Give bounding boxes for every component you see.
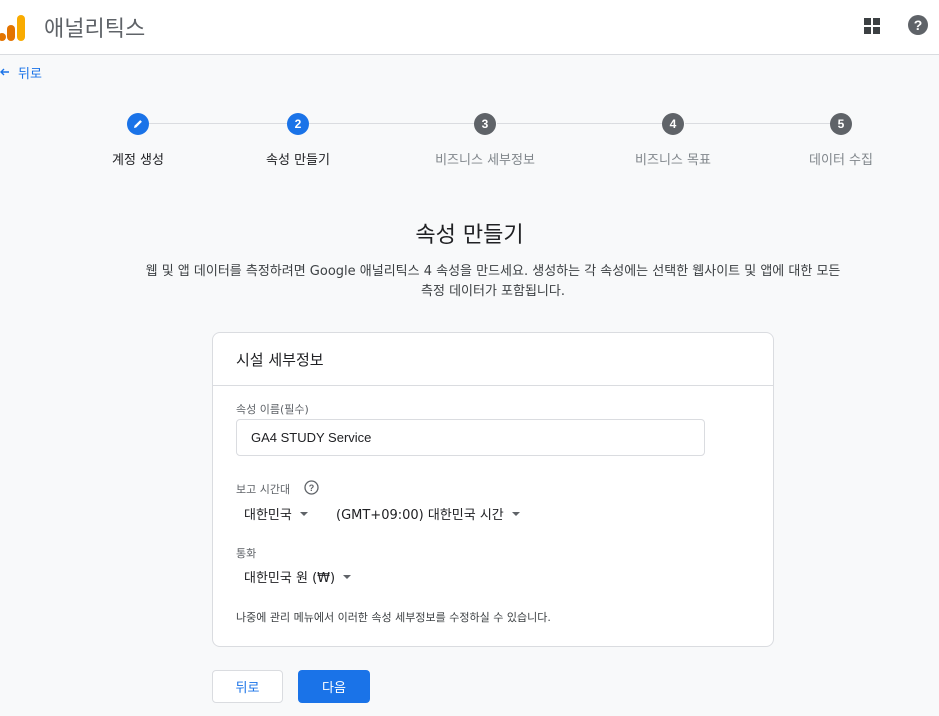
page-description: 웹 및 앱 데이터를 측정하려면 Google 애널리틱스 4 속성을 만드세요… [100, 262, 886, 302]
edit-pencil-icon [134, 120, 142, 128]
step-4-circle: 4 [662, 113, 684, 135]
timezone-dropdown[interactable]: (GMT+09:00) 대한민국 시간 [336, 504, 520, 523]
dropdown-arrow-icon [299, 511, 308, 516]
currency-value: 대한민국 원 (₩) [244, 571, 336, 586]
app-title: 애널리틱스 [44, 17, 146, 42]
step-5-label: 데이터 수집 [809, 153, 873, 168]
step-connector [685, 123, 831, 124]
arrow-back-icon [0, 68, 9, 76]
next-button[interactable]: 다음 [298, 670, 370, 703]
back-link[interactable]: 뒤로 [0, 62, 42, 82]
step-3-circle: 3 [474, 113, 496, 135]
property-details-card: 시설 세부정보 속성 이름(필수) 보고 시간대 ? 대한민국 (GMT+09:… [212, 332, 774, 647]
step-4-label: 비즈니스 목표 [635, 153, 711, 168]
help-outline-icon[interactable]: ? [304, 480, 319, 495]
apps-grid-icon[interactable] [862, 16, 882, 36]
currency-dropdown[interactable]: 대한민국 원 (₩) [244, 567, 352, 586]
back-button[interactable]: 뒤로 [212, 670, 283, 703]
analytics-logo[interactable] [0, 13, 26, 41]
step-connector [497, 123, 663, 124]
page-description-line-1: 웹 및 앱 데이터를 측정하려면 Google 애널리틱스 4 속성을 만드세요… [145, 264, 841, 279]
country-value: 대한민국 [244, 508, 292, 523]
step-1-label: 계정 생성 [112, 153, 164, 168]
timezone-value: (GMT+09:00) 대한민국 시간 [336, 508, 504, 523]
page-title: 속성 만들기 [415, 223, 524, 248]
step-2-circle: 2 [287, 113, 309, 135]
help-icon[interactable]: ? [907, 14, 929, 36]
property-name-label: 속성 이름(필수) [236, 403, 309, 416]
back-link-label: 뒤로 [18, 66, 42, 82]
step-1-circle [127, 113, 149, 135]
step-2-label: 속성 만들기 [266, 153, 330, 168]
svg-text:?: ? [914, 17, 923, 33]
top-app-bar: 애널리틱스 ? [0, 0, 939, 55]
property-name-input[interactable] [236, 419, 705, 456]
step-5-circle: 5 [830, 113, 852, 135]
step-connector [309, 123, 475, 124]
edit-later-note: 나중에 관리 메뉴에서 이러한 속성 세부정보를 수정하실 수 있습니다. [236, 611, 551, 624]
step-3-label: 비즈니스 세부정보 [435, 153, 535, 168]
dropdown-arrow-icon [511, 511, 520, 516]
step-connector [149, 123, 287, 124]
reporting-timezone-label: 보고 시간대 [236, 483, 291, 496]
svg-text:?: ? [309, 483, 315, 493]
page-description-line-2: 측정 데이터가 포함됩니다. [421, 284, 565, 299]
country-dropdown[interactable]: 대한민국 [244, 504, 308, 523]
dropdown-arrow-icon [343, 574, 352, 579]
currency-label: 통화 [236, 547, 257, 560]
card-title: 시설 세부정보 [213, 333, 773, 386]
